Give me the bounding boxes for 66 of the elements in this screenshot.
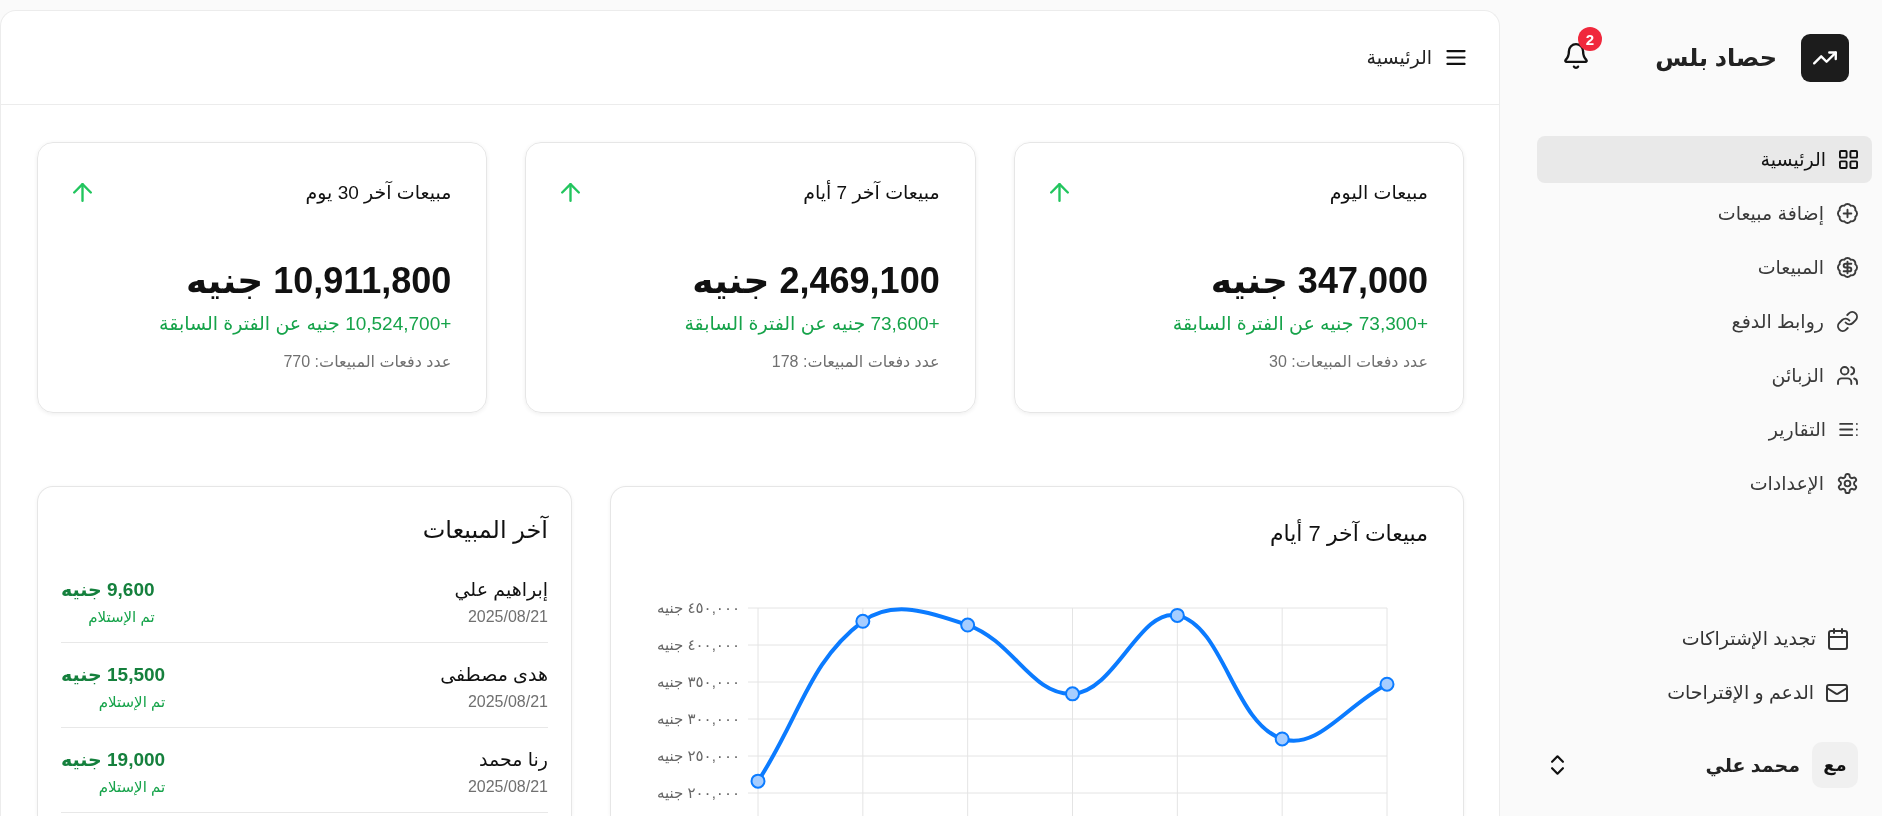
- stat-value: 2,469,100 جنيه: [692, 259, 940, 303]
- data-point: [1065, 686, 1080, 702]
- y-axis-label: ٣٥٠,٠٠٠ جنيه: [656, 673, 740, 690]
- y-axis-label: ٤٥٠,٠٠٠ جنيه: [656, 599, 740, 616]
- notification-badge: 2: [1578, 27, 1602, 51]
- stat-count: عدد دفعات المبيعات: 770: [283, 352, 452, 372]
- chevrons-up-down-icon[interactable]: [1551, 755, 1564, 775]
- chart-title: مبيعات آخر 7 أيام: [1268, 519, 1429, 548]
- settings-icon: [1837, 473, 1858, 494]
- users-icon: [1837, 366, 1858, 385]
- stat-title: مبيعات آخر 7 أيام: [803, 180, 940, 204]
- y-axis-label: ٢٥٠,٠٠٠ جنيه: [656, 747, 740, 764]
- sale-status: تم الإستلام: [88, 607, 155, 628]
- dollar-badge-icon: [1837, 257, 1858, 278]
- trend-logo-icon[interactable]: [1801, 34, 1849, 82]
- data-point: [1379, 676, 1395, 692]
- grid-icon: [1839, 150, 1858, 169]
- sale-amount: 19,000 جنيه: [61, 748, 166, 772]
- nav-item[interactable]: الزبائن: [1537, 352, 1872, 399]
- menu-icon[interactable]: [1446, 50, 1466, 65]
- data-point: [855, 613, 871, 629]
- sidebar-link[interactable]: الدعم و الإقتراحات: [1667, 669, 1872, 716]
- customer-name: رنا محمد: [479, 748, 548, 773]
- sale-status: تم الإستلام: [98, 692, 166, 713]
- customer-name: هدى مصطفى: [440, 663, 548, 687]
- data-point: [1274, 731, 1290, 747]
- sale-date: 2025/08/21: [467, 692, 548, 712]
- user-name: محمد علي: [1705, 753, 1800, 777]
- y-axis-label: ٤٠٠,٠٠٠ جنيه: [656, 636, 740, 653]
- nav-item[interactable]: الإعدادات: [1537, 460, 1872, 507]
- stat-value: 10,911,800 جنيه: [185, 259, 452, 303]
- sale-date: 2025/08/21: [467, 777, 548, 797]
- sale-amount: 9,600 جنيه: [61, 578, 155, 602]
- sale-date: 2025/08/21: [467, 607, 548, 627]
- stat-change: +73,600 جنيه عن الفترة السابقة: [684, 312, 940, 337]
- link-icon: [1837, 311, 1858, 332]
- stat-count: عدد دفعات المبيعات: 178: [771, 352, 940, 372]
- stat-count: عدد دفعات المبيعات: 30: [1269, 352, 1428, 372]
- user-avatar[interactable]: مع: [1812, 742, 1858, 788]
- y-axis-label: ٣٠٠,٠٠٠ جنيه: [656, 710, 740, 727]
- sale-amount: 15,500 جنيه: [61, 663, 166, 687]
- page-title: الرئيسية: [1366, 46, 1432, 69]
- sale-status: تم الإستلام: [98, 777, 166, 798]
- sidebar-link[interactable]: تجديد الإشتراكات: [1681, 615, 1872, 662]
- nav-item[interactable]: المبيعات: [1537, 244, 1872, 291]
- stat-title: مبيعات اليوم: [1329, 180, 1428, 204]
- brand-name: حصاد بلس: [1655, 44, 1777, 72]
- nav-item[interactable]: إضافة مبيعات: [1537, 190, 1872, 237]
- data-point: [1169, 607, 1185, 623]
- plus-badge-icon: [1837, 203, 1858, 224]
- data-point: [960, 617, 976, 633]
- list-icon: [1839, 423, 1858, 436]
- nav-item[interactable]: التقارير: [1537, 406, 1872, 453]
- nav-item[interactable]: روابط الدفع: [1537, 298, 1872, 345]
- mail-icon: [1826, 683, 1848, 702]
- calendar-icon: [1828, 627, 1848, 650]
- stat-change: +10,524,700 جنيه عن الفترة السابقة: [159, 312, 452, 337]
- y-axis-label: ٢٠٠,٠٠٠ جنيه: [656, 784, 740, 801]
- nav-item[interactable]: الرئيسية: [1537, 136, 1872, 183]
- data-point: [750, 773, 766, 789]
- stat-change: +73,300 جنيه عن الفترة السابقة: [1172, 312, 1428, 337]
- bell-icon[interactable]: [1564, 43, 1588, 69]
- card-title: آخر المبيعات: [421, 514, 548, 546]
- customer-name: إبراهيم علي: [454, 578, 548, 603]
- stat-value: 347,000 جنيه: [1210, 259, 1428, 303]
- stat-title: مبيعات آخر 30 يوم: [305, 180, 452, 204]
